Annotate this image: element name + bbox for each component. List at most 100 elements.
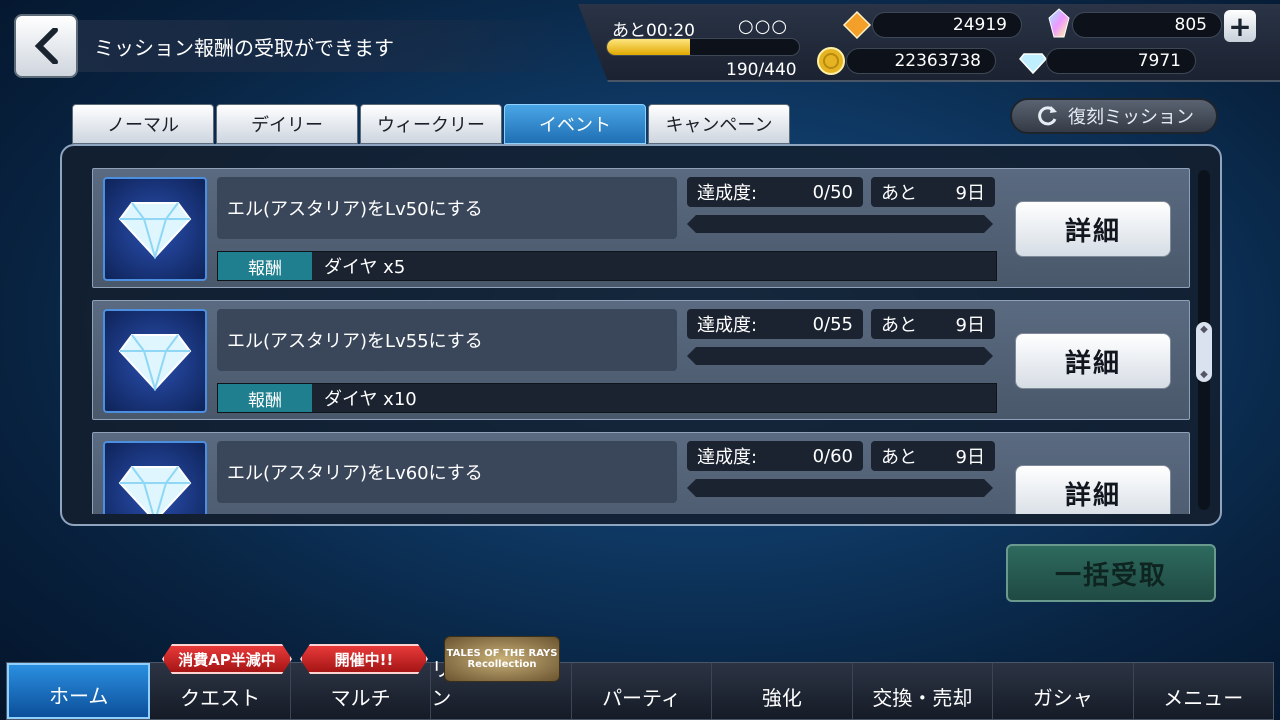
- nav-menu[interactable]: メニュー: [1134, 663, 1273, 719]
- bulk-receive-button[interactable]: 一括受取: [1006, 544, 1216, 602]
- progress-bar: [687, 479, 993, 497]
- tab-normal[interactable]: ノーマル: [72, 104, 214, 144]
- reward-box: 報酬 ダイヤ x5: [217, 251, 997, 281]
- reward-box: 報酬 ダイヤ x10: [217, 383, 997, 413]
- mission-name-text: エル(アスタリア)をLv50にする: [227, 199, 483, 220]
- detail-button[interactable]: 詳細: [1015, 201, 1171, 257]
- mission-list[interactable]: エル(アスタリア)をLv50にする 達成度: 0/50 あと 9日 報酬 ダイヤ x5 詳細エ…: [92, 168, 1192, 514]
- diamond-reward-icon: [103, 309, 207, 413]
- remaining-value: 9日: [955, 315, 985, 336]
- back-button[interactable]: [14, 14, 78, 78]
- remaining-value: 9日: [955, 183, 985, 204]
- reward-label: 報酬: [218, 252, 312, 280]
- crystal-count: 24919: [872, 12, 1022, 38]
- mission-name: エル(アスタリア)をLv55にする: [217, 309, 677, 371]
- scroll-up-icon: ◆: [1200, 324, 1208, 335]
- diamond-icon: [1019, 53, 1047, 75]
- tab-event[interactable]: イベント: [504, 104, 646, 144]
- nav-label: マルチ: [330, 686, 391, 710]
- plus-icon: +: [1228, 9, 1252, 43]
- reward-value: ダイヤ x5: [324, 257, 406, 278]
- diamond-reward-icon: [103, 441, 207, 514]
- nav-party[interactable]: パーティ: [572, 663, 713, 719]
- nav-label: クエスト: [180, 686, 261, 710]
- nav-label: パーティ: [602, 686, 681, 710]
- gald-count: 22363738: [846, 48, 996, 74]
- remaining-label: あと: [881, 315, 917, 336]
- progress-bar: [687, 215, 993, 233]
- logo-line2: Recollection: [467, 659, 537, 670]
- progress-label: 達成度:: [697, 183, 758, 204]
- nav-label: メニュー: [1163, 686, 1244, 710]
- ap-dots: ○○○: [738, 16, 789, 37]
- detail-label: 詳細: [1064, 480, 1121, 511]
- tab-label: ノーマル: [107, 115, 179, 136]
- add-gem-button[interactable]: +: [1224, 9, 1256, 43]
- multi-badge-text: 開催中!!: [334, 650, 394, 669]
- progress-value: 0/60: [812, 445, 853, 467]
- remaining-box: あと 9日: [871, 441, 995, 471]
- nav-label: ガシャ: [1032, 686, 1093, 710]
- tab-campaign[interactable]: キャンペーン: [648, 104, 790, 144]
- nav-exchange[interactable]: 交換・売却: [853, 663, 994, 719]
- detail-button[interactable]: 詳細: [1015, 465, 1171, 514]
- reward-value: ダイヤ x10: [324, 389, 417, 410]
- quest-badge: 消費AP半減中: [162, 644, 292, 674]
- progress-value: 0/55: [812, 313, 853, 335]
- reward-label: 報酬: [218, 384, 312, 412]
- logo-line1: TALES OF THE RAYS: [446, 648, 558, 659]
- tab-label: キャンペーン: [665, 115, 773, 136]
- progress-box: 達成度: 0/55: [687, 309, 863, 339]
- tab-label: イベント: [539, 115, 611, 136]
- ap-bar: [606, 38, 800, 56]
- tab-label: ウィークリー: [377, 115, 485, 136]
- progress-bar: [687, 347, 993, 365]
- mission-name-text: エル(アスタリア)をLv55にする: [227, 331, 483, 352]
- bulk-receive-label: 一括受取: [1054, 560, 1167, 591]
- tab-label: デイリー: [251, 115, 323, 136]
- progress-label: 達成度:: [697, 447, 758, 468]
- remaining-box: あと 9日: [871, 177, 995, 207]
- progress-value: 0/50: [812, 181, 853, 203]
- page-title-text: ミッション報酬の受取ができます: [94, 35, 394, 60]
- mission-row: エル(アスタリア)をLv55にする 達成度: 0/55 あと 9日報酬 ダイヤ x10 詳細: [92, 300, 1190, 420]
- nav-label: 強化: [761, 686, 802, 710]
- detail-button[interactable]: 詳細: [1015, 333, 1171, 389]
- nav-label: 交換・売却: [872, 686, 973, 710]
- scrollbar-thumb[interactable]: ◆ ◆: [1196, 322, 1212, 382]
- gald-coin-icon: [817, 47, 845, 75]
- rainbow-gem-icon: [1048, 8, 1070, 38]
- orange-crystal-icon: [842, 10, 872, 40]
- nav-gacha[interactable]: ガシャ: [993, 663, 1134, 719]
- fukkoku-mission-button[interactable]: 復刻ミッション: [1010, 98, 1218, 134]
- remaining-label: あと: [881, 447, 917, 468]
- ap-bar-fill: [607, 39, 690, 55]
- mission-row: エル(アスタリア)をLv60にする達成度:0/60あと9日報酬詳細: [92, 432, 1190, 514]
- recollection-logo: TALES OF THE RAYS Recollection: [444, 636, 560, 682]
- mission-name: エル(アスタリア)をLv50にする: [217, 177, 677, 239]
- progress-box: 達成度: 0/50: [687, 177, 863, 207]
- diamond-reward-icon: [103, 177, 207, 281]
- nav-home[interactable]: ホーム: [7, 663, 151, 719]
- mission-name-text: エル(アスタリア)をLv60にする: [227, 463, 483, 484]
- chevron-left-icon: [34, 28, 58, 64]
- refresh-icon: [1038, 106, 1057, 126]
- scroll-down-icon: ◆: [1200, 369, 1208, 380]
- tab-weekly[interactable]: ウィークリー: [360, 104, 502, 144]
- diamond-count: 7971: [1046, 48, 1196, 74]
- remaining-box: あと 9日: [871, 309, 995, 339]
- nav-enhance[interactable]: 強化: [712, 663, 853, 719]
- ap-count: 190/440: [726, 60, 797, 80]
- tab-daily[interactable]: デイリー: [216, 104, 358, 144]
- mission-panel: エル(アスタリア)をLv50にする 達成度: 0/50 あと 9日 報酬 ダイヤ x5 詳細エ…: [60, 144, 1222, 526]
- remaining-label: あと: [881, 183, 917, 204]
- multi-badge: 開催中!!: [300, 644, 428, 674]
- gald-count-text: 22363738: [894, 51, 981, 71]
- progress-box: 達成度: 0/60: [687, 441, 863, 471]
- page-title: ミッション報酬の受取ができます: [78, 20, 578, 72]
- gem-count: 805: [1072, 12, 1222, 38]
- crystal-count-text: 24919: [952, 15, 1007, 35]
- mission-row: エル(アスタリア)をLv50にする 達成度: 0/50 あと 9日報酬 ダイヤ x5 詳細: [92, 168, 1190, 288]
- remaining-value: 9日: [955, 447, 985, 468]
- gem-count-text: 805: [1174, 15, 1207, 35]
